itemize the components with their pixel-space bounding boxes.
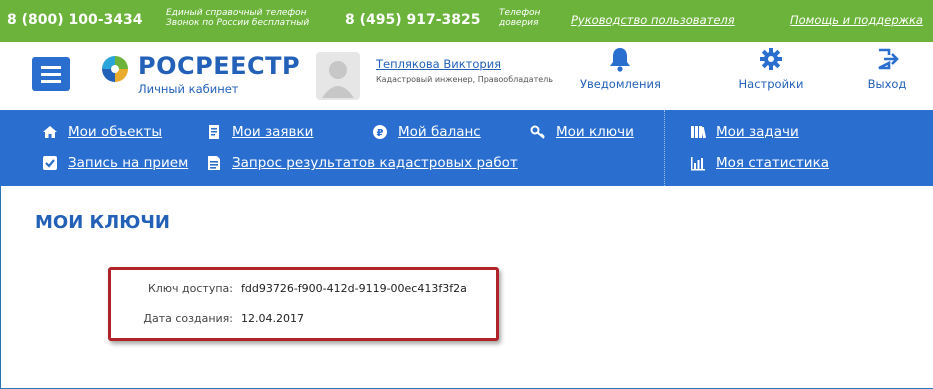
created-date-label: Дата создания:	[143, 312, 233, 325]
svg-text:₽: ₽	[377, 128, 384, 139]
settings-label: Настройки	[738, 77, 804, 91]
document-list-icon	[208, 156, 220, 170]
user-avatar-icon	[316, 52, 360, 100]
key-icon	[530, 125, 545, 139]
gear-icon	[760, 48, 782, 70]
home-icon	[43, 126, 57, 138]
user-manual-link[interactable]: Руководство пользователя	[571, 13, 735, 27]
access-key-row: Ключ доступа: fdd93726-f900-412d-9119-00…	[111, 282, 496, 298]
trust-phone: 8 (495) 917-3825	[345, 12, 481, 28]
notifications-label: Уведомления	[580, 77, 661, 91]
nav-label: Мой баланс	[398, 124, 481, 140]
books-icon	[691, 126, 706, 139]
created-date-value: 12.04.2017	[241, 312, 304, 325]
bar-chart-icon	[691, 157, 705, 171]
top-contact-bar: 8 (800) 100-3434 Единый справочный телеф…	[0, 0, 933, 42]
menu-button[interactable]	[32, 57, 70, 91]
checkbox-icon	[43, 156, 57, 170]
nav-divider	[664, 110, 665, 186]
user-name-link[interactable]: Теплякова Виктория	[376, 57, 501, 71]
nav-label: Запись на прием	[68, 155, 189, 171]
hotline-note: Единый справочный телефон Звонок по Росс…	[166, 8, 309, 28]
nav-label: Мои задачи	[716, 124, 799, 140]
logo-title: РОСРЕЕСТР	[138, 52, 301, 80]
bell-icon	[610, 48, 630, 72]
menu-icon-bar	[41, 73, 61, 76]
access-key-panel: Ключ доступа: fdd93726-f900-412d-9119-00…	[108, 267, 499, 341]
logout-icon	[878, 48, 899, 70]
ruble-coin-icon: ₽	[373, 125, 387, 139]
nav-label: Запрос результатов кадастровых работ	[232, 155, 518, 171]
access-key-value: fdd93726-f900-412d-9119-00ec413f3f2a	[241, 282, 467, 295]
trust-note: Телефон доверия	[499, 8, 540, 28]
hotline-note-line2: Звонок по России бесплатный	[166, 18, 310, 28]
nav-label: Моя статистика	[716, 155, 830, 171]
created-date-row: Дата создания: 12.04.2017	[111, 312, 496, 328]
hotline-note-line1: Единый справочный телефон	[166, 8, 307, 18]
logo-subtitle: Личный кабинет	[138, 82, 239, 96]
logout-button[interactable]: Выход	[862, 46, 912, 106]
menu-icon-bar	[41, 80, 61, 83]
rosreestr-logo-icon	[102, 56, 128, 82]
document-icon	[209, 125, 219, 139]
nav-label: Мои объекты	[68, 124, 163, 140]
hotline-phone: 8 (800) 100-3434	[7, 12, 143, 28]
trust-note-line2: доверия	[499, 18, 539, 28]
main-navigation: Мои объекты Мои заявки ₽ Мой баланс Мои …	[0, 110, 933, 186]
trust-note-line1: Телефон	[499, 8, 541, 18]
user-role: Кадастровый инженер, Правообладатель	[376, 75, 553, 84]
logout-label: Выход	[867, 77, 907, 91]
access-key-label: Ключ доступа:	[147, 282, 233, 295]
nav-label: Мои заявки	[232, 124, 314, 140]
settings-button[interactable]: Настройки	[736, 46, 806, 106]
help-support-link[interactable]: Помощь и поддержка	[790, 13, 923, 27]
menu-icon	[41, 66, 61, 69]
page-title: МОИ КЛЮЧИ	[35, 212, 170, 233]
nav-label: Мои ключи	[556, 124, 634, 140]
notifications-button[interactable]: Уведомления	[580, 46, 661, 106]
site-header: РОСРЕЕСТР Личный кабинет Теплякова Викто…	[0, 42, 933, 110]
